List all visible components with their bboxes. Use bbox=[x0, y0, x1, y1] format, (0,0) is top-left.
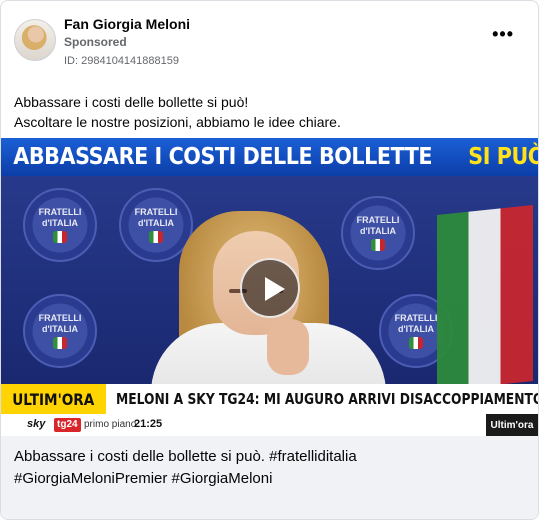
channel-program: primo piano bbox=[84, 419, 137, 430]
ticker-tag: ULTIM'ORA bbox=[1, 384, 106, 414]
backdrop-logo: FRATELLI d'ITALIA bbox=[23, 294, 97, 368]
clock: 21:25 bbox=[134, 418, 163, 430]
video-banner: ABBASSARE I COSTI DELLE BOLLETTE SI PUÒ bbox=[1, 138, 538, 176]
ad-id: ID: 2984104141888159 bbox=[64, 55, 179, 67]
post-text: Abbassare i costi delle bollette si può!… bbox=[14, 92, 341, 132]
channel-bar: sky tg24 primo piano 21:25 Ultim'ora bbox=[1, 414, 538, 436]
ticker-headline: MELONI A SKY TG24: MI AUGURO ARRIVI DISA… bbox=[116, 390, 538, 408]
backdrop-logo: FRATELLI d'ITALIA bbox=[23, 188, 97, 262]
page-avatar[interactable] bbox=[14, 19, 56, 61]
corner-badge: Ultim'ora bbox=[486, 414, 538, 436]
banner-main-text: ABBASSARE I COSTI DELLE BOLLETTE bbox=[13, 144, 433, 170]
italian-flag bbox=[437, 204, 533, 392]
video-caption[interactable]: Abbassare i costi delle bollette si può.… bbox=[1, 436, 538, 519]
channel-logo-sky: sky bbox=[27, 418, 46, 430]
post-text-line: Ascoltare le nostre posizioni, abbiamo l… bbox=[14, 114, 341, 130]
ellipsis-icon[interactable]: ••• bbox=[492, 25, 514, 43]
banner-highlight-text: SI PUÒ bbox=[467, 144, 538, 170]
post-text-line: Abbassare i costi delle bollette si può! bbox=[14, 94, 249, 110]
page-name[interactable]: Fan Giorgia Meloni bbox=[64, 16, 190, 32]
play-icon[interactable] bbox=[240, 258, 300, 318]
channel-logo-tg24: tg24 bbox=[54, 418, 81, 432]
video-player[interactable]: ABBASSARE I COSTI DELLE BOLLETTE SI PUÒ … bbox=[1, 138, 538, 436]
news-ticker: ULTIM'ORA MELONI A SKY TG24: MI AUGURO A… bbox=[1, 384, 538, 414]
caption-line: Abbassare i costi delle bollette si può.… bbox=[14, 448, 357, 465]
sponsored-post-card: Fan Giorgia Meloni Sponsored ID: 2984104… bbox=[0, 0, 539, 520]
caption-line: #GiorgiaMeloniPremier #GiorgiaMeloni bbox=[14, 470, 273, 487]
sponsored-label: Sponsored bbox=[64, 35, 127, 49]
